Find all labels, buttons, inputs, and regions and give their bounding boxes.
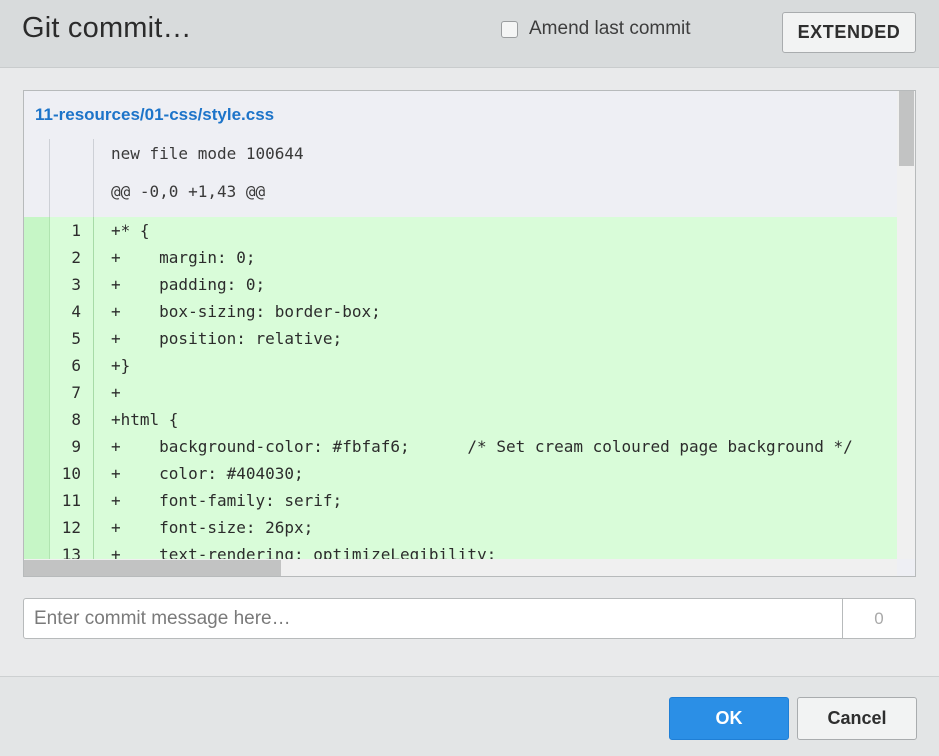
diff-line: 12 + font-size: 26px; bbox=[24, 514, 897, 541]
horizontal-scrollbar-thumb[interactable] bbox=[24, 560, 281, 576]
line-number: 13 bbox=[61, 545, 81, 559]
line-number: 3 bbox=[71, 275, 81, 294]
line-code: + box-sizing: border-box; bbox=[111, 302, 381, 321]
diff-file-path-link[interactable]: 11-resources/01-css/style.css bbox=[35, 105, 274, 125]
line-code: +} bbox=[111, 356, 131, 375]
diff-viewer[interactable]: 11-resources/01-css/style.css new file m… bbox=[23, 90, 916, 577]
horizontal-scrollbar[interactable] bbox=[24, 559, 897, 576]
diff-line: 13 + text-rendering: optimizeLegibility; bbox=[24, 541, 897, 559]
line-number: 1 bbox=[71, 221, 81, 240]
commit-message-input[interactable] bbox=[23, 598, 843, 639]
diff-line: 1 +* { bbox=[24, 217, 897, 244]
diff-line: 8 +html { bbox=[24, 406, 897, 433]
diff-line: 3 + padding: 0; bbox=[24, 271, 897, 298]
cancel-button[interactable]: Cancel bbox=[797, 697, 917, 740]
diff-line: 6 +} bbox=[24, 352, 897, 379]
dialog-title: Git commit… bbox=[22, 12, 192, 44]
diff-line: 7 + bbox=[24, 379, 897, 406]
diff-line: 10 + color: #404030; bbox=[24, 460, 897, 487]
line-code: + text-rendering: optimizeLegibility; bbox=[111, 545, 497, 559]
line-code: + bbox=[111, 383, 121, 402]
line-code: + color: #404030; bbox=[111, 464, 304, 483]
line-number: 11 bbox=[61, 491, 81, 510]
line-number: 10 bbox=[61, 464, 81, 483]
amend-label: Amend last commit bbox=[529, 18, 691, 39]
line-code: + position: relative; bbox=[111, 329, 343, 348]
line-code: +* { bbox=[111, 221, 150, 240]
ok-button[interactable]: OK bbox=[669, 697, 789, 740]
diff-line: 9 + background-color: #fbfaf6; /* Set cre… bbox=[24, 433, 897, 460]
vertical-scrollbar[interactable] bbox=[897, 91, 915, 559]
amend-checkbox[interactable] bbox=[501, 20, 518, 38]
diff-line: 11 + font-family: serif; bbox=[24, 487, 897, 514]
line-code: + font-size: 26px; bbox=[111, 518, 314, 537]
line-number: 7 bbox=[71, 383, 81, 402]
line-code: + background-color: #fbfaf6; /* Set crea… bbox=[111, 437, 853, 456]
line-code: +html { bbox=[111, 410, 179, 429]
line-number: 12 bbox=[61, 518, 81, 537]
line-code: + font-family: serif; bbox=[111, 491, 343, 510]
line-number: 8 bbox=[71, 410, 81, 429]
diff-hunk-header: @@ -0,0 +1,43 @@ bbox=[111, 182, 266, 201]
dialog-footer: OK Cancel bbox=[0, 676, 939, 756]
line-number: 9 bbox=[71, 437, 81, 456]
extended-button[interactable]: EXTENDED bbox=[782, 12, 916, 53]
line-code: + padding: 0; bbox=[111, 275, 266, 294]
diff-meta-line: new file mode 100644 bbox=[111, 144, 304, 163]
commit-char-count: 0 bbox=[842, 598, 916, 639]
diff-line: 4 + box-sizing: border-box; bbox=[24, 298, 897, 325]
added-lines-block: 1 +* { 2 + margin: 0; 3 + padding: 0; 4 + box-s… bbox=[24, 217, 897, 559]
diff-line: 5 + position: relative; bbox=[24, 325, 897, 352]
diff-line: 2 + margin: 0; bbox=[24, 244, 897, 271]
line-number: 6 bbox=[71, 356, 81, 375]
dialog-header: Git commit… Amend last commit EXTENDED bbox=[0, 0, 939, 68]
line-code: + margin: 0; bbox=[111, 248, 256, 267]
vertical-scrollbar-thumb[interactable] bbox=[899, 91, 914, 166]
line-number: 4 bbox=[71, 302, 81, 321]
line-number: 5 bbox=[71, 329, 81, 348]
line-number: 2 bbox=[71, 248, 81, 267]
amend-last-commit-toggle[interactable]: Amend last commit bbox=[501, 18, 691, 40]
